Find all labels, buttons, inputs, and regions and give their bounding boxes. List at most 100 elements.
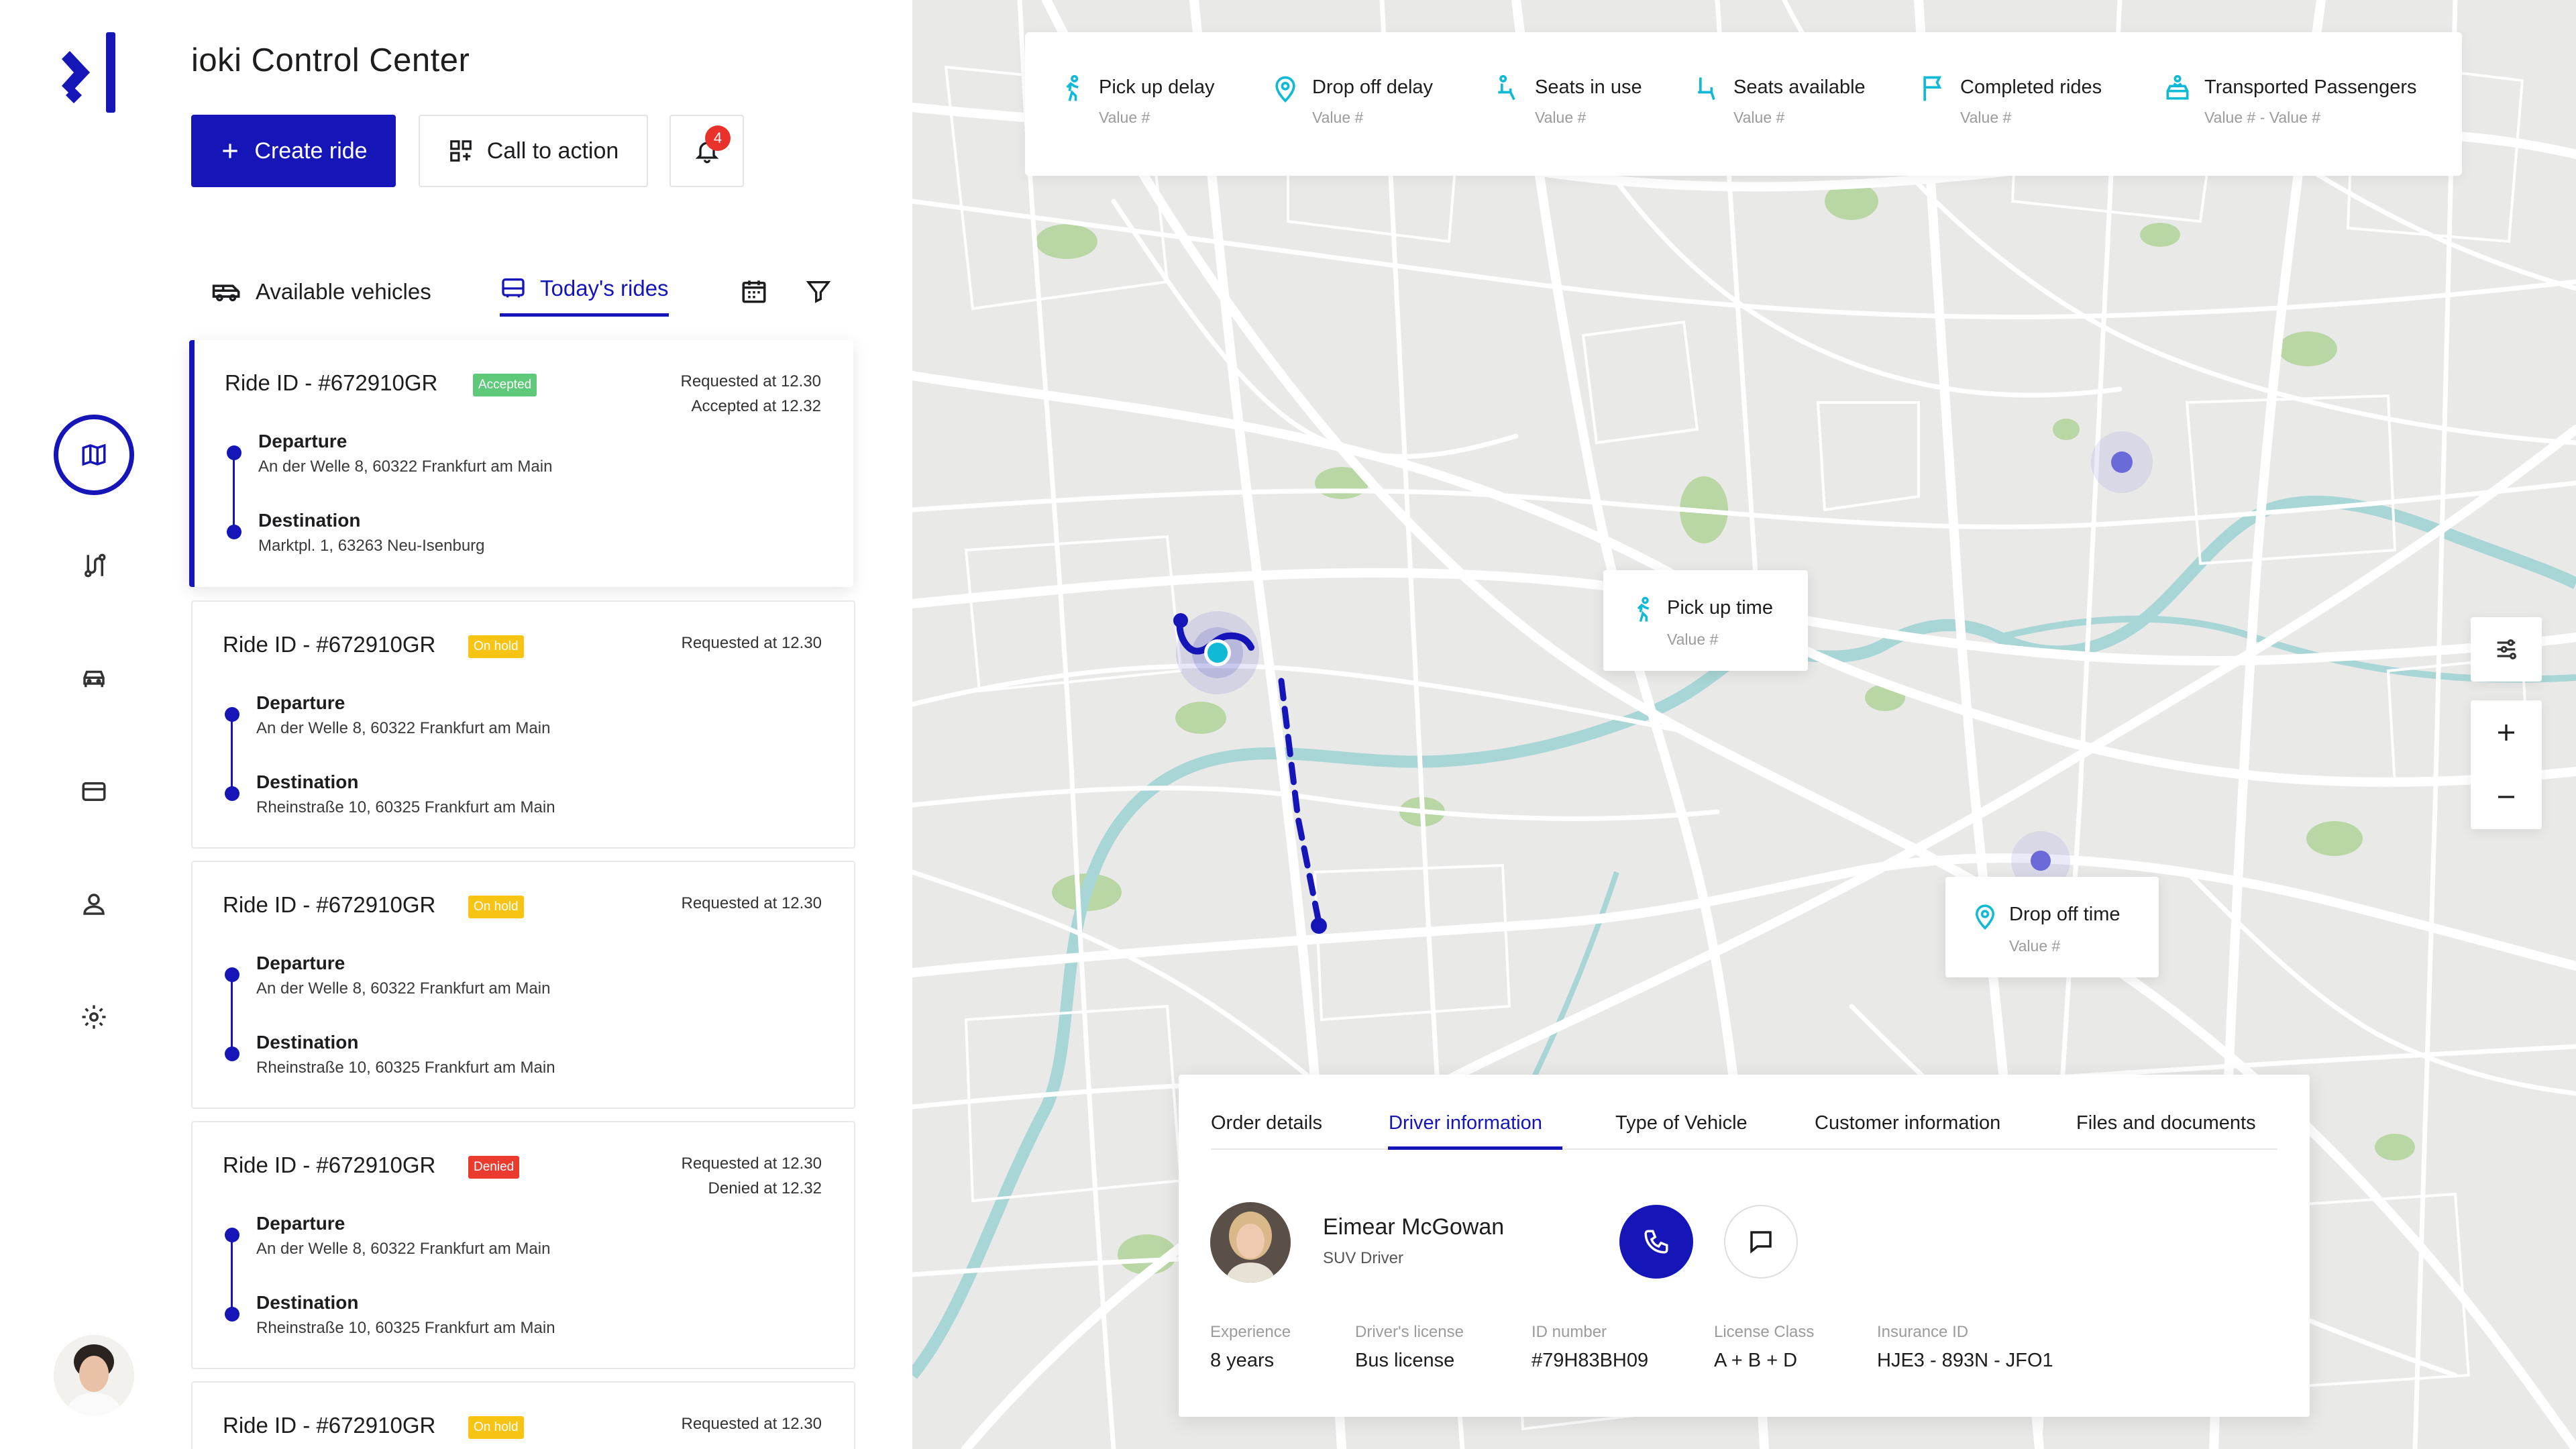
location-pin-icon — [1275, 76, 1295, 103]
destination-label: Destination — [256, 1032, 359, 1053]
stats-bar: Pick up delay Value # Drop off delay Val… — [1025, 32, 2462, 176]
dropoff-time-label: Drop off time — [2009, 904, 2121, 925]
ride-card[interactable]: Ride ID - #672910GR Accepted Requested a… — [189, 340, 853, 587]
tab-files-and-documents[interactable]: Files and documents — [2076, 1112, 2256, 1134]
destination-label: Destination — [258, 510, 361, 531]
credit-card-icon — [82, 782, 106, 801]
requested-time: Requested at 12.30 — [681, 634, 822, 652]
stat-value: Value # — [1733, 109, 1785, 126]
stat-label: Transported Passengers — [2204, 76, 2417, 98]
seat-icon — [1698, 77, 1715, 101]
stat-label: Seats available — [1733, 76, 1866, 98]
driver-avatar — [1210, 1202, 1291, 1283]
status-badge: Accepted — [473, 374, 537, 396]
plus-icon — [223, 144, 238, 158]
person-walking-icon — [1066, 74, 1079, 101]
ride-times: Requested at 12.30 Accepted at 12.32 — [681, 369, 822, 419]
ride-times: Requested at 12.30 — [682, 631, 822, 655]
info-value: #79H83BH09 — [1532, 1350, 1649, 1371]
nav-vehicles-button[interactable] — [54, 639, 134, 719]
departure-dot — [225, 707, 239, 722]
person-walking-icon — [1637, 596, 1650, 622]
info-key: Driver's license — [1355, 1323, 1464, 1341]
ride-id: Ride ID - #672910GR — [223, 1152, 436, 1177]
departure-dot — [225, 967, 239, 982]
tab-todays-rides[interactable]: Today's rides — [500, 268, 669, 317]
tab-customer-information[interactable]: Customer information — [1815, 1112, 2000, 1134]
requested-time: Requested at 12.30 — [681, 1415, 822, 1433]
departure-label: Departure — [256, 692, 345, 713]
status-badge: On hold — [468, 635, 524, 658]
sliders-icon — [2497, 639, 2516, 659]
flag-icon — [1923, 76, 1942, 101]
tab-driver-information[interactable]: Driver information — [1389, 1112, 1542, 1134]
departure-address: An der Welle 8, 60322 Frankfurt am Main — [256, 979, 551, 998]
map-settings-button[interactable] — [2471, 617, 2542, 682]
status-time: Denied at 12.32 — [708, 1179, 822, 1197]
destination-dot — [227, 525, 241, 539]
info-value: 8 years — [1210, 1350, 1275, 1371]
ioki-logo — [62, 32, 115, 113]
tab-type-of-vehicle[interactable]: Type of Vehicle — [1615, 1112, 1748, 1134]
info-drivers-license: Driver's license Bus license — [1355, 1323, 1464, 1372]
destination-address: Rheinstraße 10, 60325 Frankfurt am Main — [256, 1319, 555, 1337]
nav-users-button[interactable] — [54, 864, 134, 945]
zoom-in-button[interactable] — [2471, 700, 2542, 765]
departure-address: An der Welle 8, 60322 Frankfurt am Main — [258, 458, 553, 476]
info-value: HJE3 - 893N - JFO1 — [1877, 1350, 2053, 1371]
destination-address: Rheinstraße 10, 60325 Frankfurt am Main — [256, 1059, 555, 1077]
bus-icon — [502, 278, 525, 297]
notifications-button[interactable]: 4 — [669, 115, 744, 187]
driver-role: SUV Driver — [1323, 1249, 1404, 1267]
nav-payments-button[interactable] — [54, 751, 134, 832]
call-to-action-button[interactable]: Call to action — [419, 115, 648, 187]
tab-order-details[interactable]: Order details — [1211, 1112, 1322, 1134]
user-avatar[interactable] — [54, 1335, 134, 1415]
gear-icon — [82, 1005, 106, 1029]
nav-map-button[interactable] — [54, 415, 134, 495]
status-time: Accepted at 12.32 — [691, 397, 821, 415]
departure-address: An der Welle 8, 60322 Frankfurt am Main — [256, 719, 551, 737]
destination-label: Destination — [256, 1292, 359, 1313]
stat-label: Drop off delay — [1312, 76, 1434, 98]
destination-dot — [225, 786, 239, 801]
map-zoom-control — [2471, 700, 2542, 829]
filter-button[interactable] — [801, 274, 836, 309]
car-passenger-icon — [2166, 74, 2189, 100]
destination-address: Marktpl. 1, 63263 Neu-Isenburg — [258, 537, 485, 555]
status-badge: Denied — [468, 1156, 520, 1179]
stat-label: Seats in use — [1535, 76, 1642, 98]
driver-name: Eimear McGowan — [1323, 1214, 1505, 1240]
calendar-button[interactable] — [737, 274, 771, 309]
user-icon — [83, 894, 105, 915]
stat-value: Value # — [1535, 109, 1587, 126]
tab-available-vehicles[interactable]: Available vehicles — [211, 268, 431, 315]
destination-label: Destination — [256, 771, 359, 792]
call-driver-button[interactable] — [1619, 1205, 1693, 1279]
ride-id: Ride ID - #672910GR — [223, 892, 436, 917]
tabs-divider — [1211, 1148, 2277, 1150]
nav-settings-button[interactable] — [54, 977, 134, 1057]
nav-routes-button[interactable] — [54, 525, 134, 606]
create-ride-button[interactable]: Create ride — [191, 115, 396, 187]
ride-card[interactable]: Ride ID - #672910GR On hold Requested at… — [191, 1381, 855, 1449]
message-driver-button[interactable] — [1724, 1205, 1798, 1279]
ride-card[interactable]: Ride ID - #672910GR On hold Requested at… — [191, 600, 855, 849]
ride-id: Ride ID - #672910GR — [223, 632, 436, 657]
zoom-out-button[interactable] — [2471, 765, 2542, 829]
van-icon — [212, 284, 240, 302]
dropoff-time-value: Value # — [2009, 937, 2061, 955]
ride-detail-panel: Order details Driver information Type of… — [1179, 1075, 2310, 1417]
calendar-icon — [742, 280, 766, 303]
departure-dot — [225, 1228, 239, 1242]
ride-card[interactable]: Ride ID - #672910GR On hold Requested at… — [191, 861, 855, 1109]
nav-rail — [0, 0, 188, 1449]
stat-label: Completed rides — [1960, 76, 2102, 98]
create-ride-label: Create ride — [254, 138, 368, 164]
ride-card[interactable]: Ride ID - #672910GR Denied Requested at … — [191, 1121, 855, 1369]
info-key: Experience — [1210, 1323, 1291, 1341]
pickup-time-label: Pick up time — [1667, 597, 1773, 619]
minus-icon — [2498, 796, 2514, 798]
status-badge: On hold — [468, 1416, 524, 1439]
page-title: ioki Control Center — [191, 42, 470, 78]
